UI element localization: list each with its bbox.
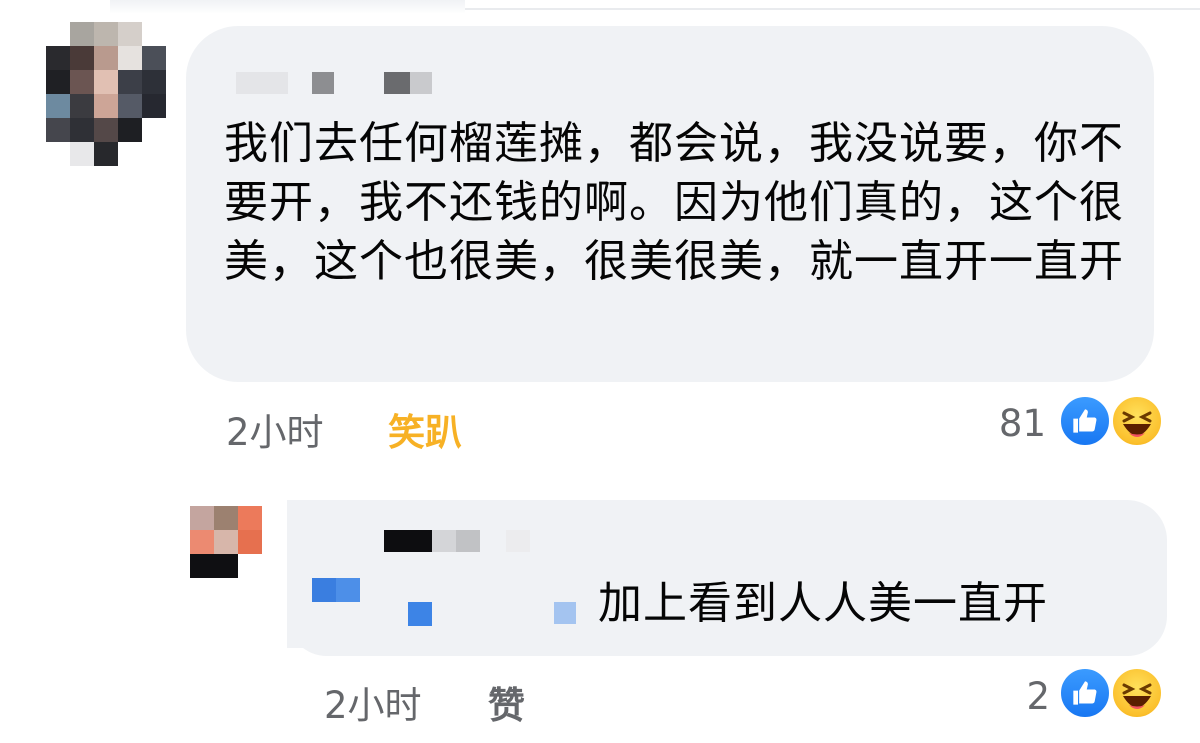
reply-author-name[interactable] — [384, 530, 534, 552]
comment-text: 我们去任何榴莲摊，都会说，我没说要，你不要开，我不还钱的啊。因为他们真的，这个很… — [224, 118, 1124, 287]
reply-like-button[interactable]: 赞 — [488, 675, 525, 729]
reply-text: 加上看到人人美一直开 — [598, 578, 1048, 629]
reply-timestamp[interactable]: 2小时 — [324, 675, 422, 729]
reply-reaction-count[interactable]: 2 — [1014, 675, 1050, 718]
comment-reaction-button[interactable]: 笑趴 — [388, 402, 462, 456]
top-fade — [110, 0, 465, 14]
comment-reaction-count[interactable]: 81 — [990, 402, 1046, 445]
haha-icon[interactable] — [1110, 394, 1164, 448]
comment-author-name[interactable] — [236, 72, 436, 94]
reply-mention-redacted[interactable] — [312, 578, 360, 602]
commenter-avatar[interactable] — [46, 22, 168, 168]
divider — [465, 8, 1200, 10]
reply-bubble-redacted-area — [287, 500, 597, 648]
haha-icon[interactable] — [1110, 666, 1164, 720]
replier-avatar[interactable] — [190, 506, 264, 578]
comment-timestamp[interactable]: 2小时 — [226, 402, 324, 456]
reply-mention-redacted[interactable] — [408, 602, 432, 626]
like-icon[interactable] — [1058, 394, 1112, 448]
like-icon[interactable] — [1058, 666, 1112, 720]
reply-mention-redacted[interactable] — [554, 602, 576, 624]
